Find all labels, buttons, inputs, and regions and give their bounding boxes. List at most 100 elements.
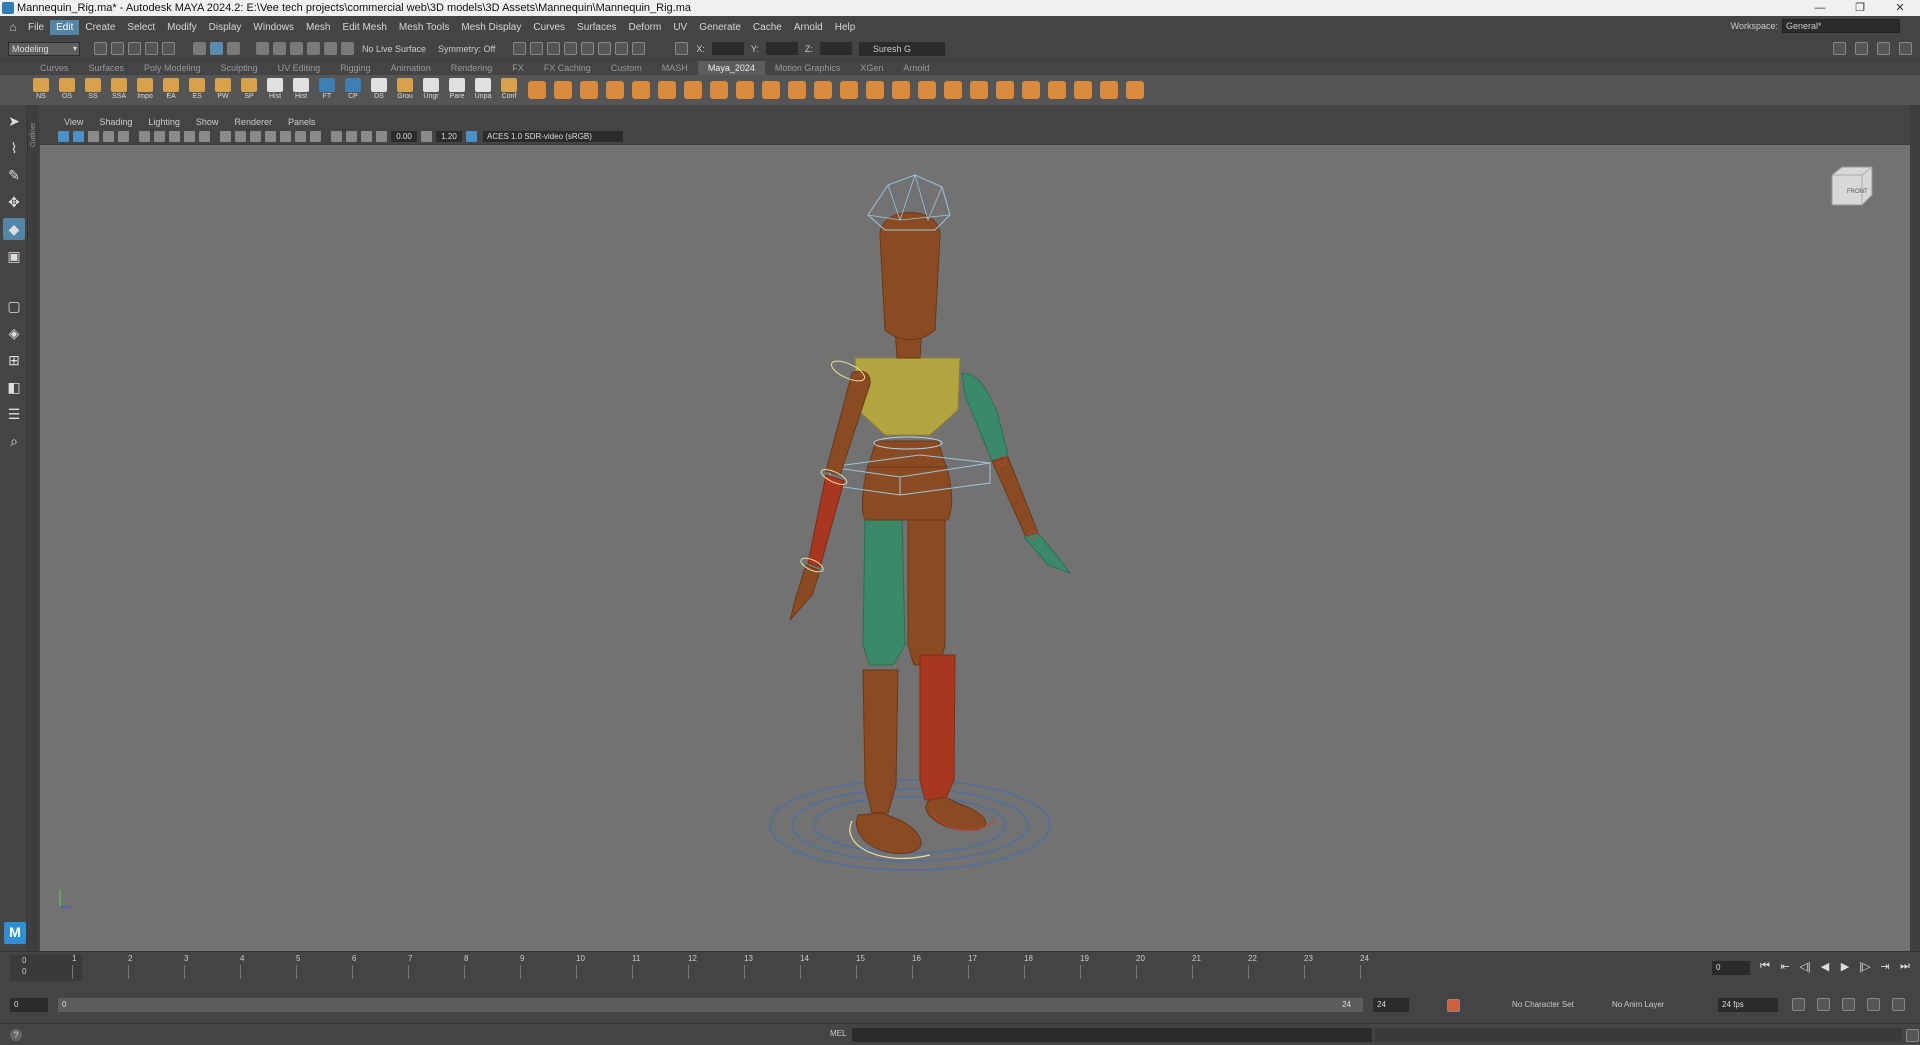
step-forward-key-icon[interactable]: ⇥ — [1878, 960, 1892, 973]
freeze-transform-icon[interactable] — [1022, 81, 1040, 99]
shelf-button-ft[interactable]: FT — [316, 78, 338, 102]
select-hierarchy-icon[interactable] — [193, 42, 206, 55]
shelf-button-os[interactable]: OS — [56, 78, 78, 102]
snap-grid-icon[interactable] — [256, 42, 269, 55]
panel-menu-panels[interactable]: Panels — [280, 117, 324, 127]
frame-tick-9[interactable]: 9 — [520, 954, 524, 979]
right-upper-arm[interactable] — [961, 372, 1009, 462]
shelf-tab-rendering[interactable]: Rendering — [441, 61, 503, 75]
arnold-ipr-icon[interactable] — [615, 42, 629, 55]
shelf-tab-fx-caching[interactable]: FX Caching — [534, 61, 601, 75]
go-to-start-icon[interactable]: ⏮ — [1758, 960, 1772, 973]
shelf-tab-maya-2024[interactable]: Maya_2024 — [697, 61, 765, 75]
paint-select-icon[interactable]: ✎ — [3, 164, 25, 186]
menu-mesh[interactable]: Mesh — [300, 20, 336, 35]
cube-icon[interactable] — [528, 81, 546, 99]
shelf-button-es[interactable]: ES — [186, 78, 208, 102]
multi-cut-icon[interactable] — [814, 81, 832, 99]
shelf-button-ns[interactable]: NS — [30, 78, 52, 102]
menu-set-select[interactable]: Modeling — [8, 41, 80, 56]
film-gate-icon[interactable] — [139, 131, 150, 142]
render-frame-icon[interactable] — [530, 42, 544, 55]
shelf-button-ea[interactable]: EA — [160, 78, 182, 102]
root-control-outer[interactable] — [769, 779, 1051, 871]
time-ticks[interactable]: 1 2 3 4 5 6 7 8 9 10 11 12 13 14 15 16 17 18 19 20 21 22 23 24 — [20, 954, 1700, 982]
ipr-render-icon[interactable] — [547, 42, 561, 55]
wireframe-on-shaded-icon[interactable] — [265, 131, 276, 142]
image-plane-icon[interactable] — [103, 131, 114, 142]
menu-deform[interactable]: Deform — [623, 20, 668, 35]
undo-icon[interactable] — [145, 42, 158, 55]
range-start-field[interactable]: 0 — [10, 998, 48, 1012]
fill-hole-icon[interactable] — [970, 81, 988, 99]
z-field[interactable] — [819, 42, 852, 55]
merge-icon[interactable] — [762, 81, 780, 99]
textured-icon[interactable] — [280, 131, 291, 142]
frame-tick-4[interactable]: 4 — [240, 954, 244, 979]
shelf-button-hist[interactable]: Hist — [264, 78, 286, 102]
move-tool-icon[interactable]: ✥ — [3, 191, 25, 213]
menu-mesh-display[interactable]: Mesh Display — [455, 20, 527, 35]
time-slider[interactable]: 0 0 1 2 3 4 5 6 7 8 9 10 11 12 13 14 15 16 17 18 19 20 21 22 2… — [0, 951, 1920, 984]
arnold-render-icon[interactable] — [598, 42, 612, 55]
character-set-select[interactable]: No Character Set — [1512, 1000, 1574, 1009]
use-all-lights-icon[interactable] — [295, 131, 306, 142]
shelf-button-ds[interactable]: DS — [368, 78, 390, 102]
select-component-icon[interactable] — [227, 42, 240, 55]
perspective-layout-icon[interactable]: ◈ — [3, 322, 25, 344]
camera-attributes-icon[interactable] — [73, 131, 84, 142]
user-account-select[interactable]: Suresh G — [858, 41, 945, 56]
gamma-field[interactable]: 1.20 — [436, 131, 462, 142]
auto-key-icon[interactable] — [1447, 999, 1460, 1012]
play-backwards-icon[interactable]: ◀ — [1818, 960, 1832, 973]
frame-tick-17[interactable]: 17 — [968, 954, 977, 979]
panel-menu-shading[interactable]: Shading — [91, 117, 140, 127]
bevel-icon[interactable] — [710, 81, 728, 99]
shelf-button-ss[interactable]: SS — [82, 78, 104, 102]
menu-curves[interactable]: Curves — [527, 20, 571, 35]
frame-tick-22[interactable]: 22 — [1248, 954, 1257, 979]
boolean-icon[interactable] — [944, 81, 962, 99]
shelf-tab-fx[interactable]: FX — [502, 61, 534, 75]
left-hand[interactable] — [789, 564, 821, 621]
use-default-material-icon[interactable] — [250, 131, 261, 142]
safe-action-icon[interactable] — [199, 131, 210, 142]
menu-cache[interactable]: Cache — [747, 20, 788, 35]
frame-tick-21[interactable]: 21 — [1192, 954, 1201, 979]
open-scene-icon[interactable] — [111, 42, 124, 55]
menu-edit[interactable]: Edit — [50, 19, 80, 35]
search-icon[interactable]: ⌕ — [3, 430, 25, 452]
shelf-button-impo[interactable]: Impo — [134, 78, 156, 102]
outliner-layout-icon[interactable]: ☰ — [3, 403, 25, 425]
panel-menu-show[interactable]: Show — [188, 117, 227, 127]
frame-tick-23[interactable]: 23 — [1304, 954, 1313, 979]
step-back-frame-icon[interactable]: ◁| — [1798, 960, 1812, 973]
frame-tick-8[interactable]: 8 — [464, 954, 468, 979]
exposure-field[interactable]: 0.00 — [391, 131, 417, 142]
scale-tool-icon[interactable]: ▣ — [3, 245, 25, 267]
exposure-icon[interactable] — [376, 131, 387, 142]
go-to-end-icon[interactable]: ⏭ — [1898, 960, 1912, 973]
shelf-button-hist[interactable]: Hist — [290, 78, 312, 102]
loop-icon[interactable] — [1792, 998, 1805, 1011]
gate-mask-icon[interactable] — [169, 131, 180, 142]
mirror-icon[interactable] — [918, 81, 936, 99]
modeling-toolkit-icon[interactable] — [1833, 42, 1846, 55]
y-field[interactable] — [765, 42, 798, 55]
resolution-gate-icon[interactable] — [154, 131, 165, 142]
shelf-button-cp[interactable]: CP — [342, 78, 364, 102]
shelf-button-ungr[interactable]: Ungr — [420, 78, 442, 102]
symmetry-select[interactable]: Symmetry: Off — [438, 44, 495, 54]
right-forearm[interactable] — [991, 456, 1039, 538]
select-object-icon[interactable] — [210, 42, 223, 55]
color-management-icon[interactable] — [466, 131, 477, 142]
left-shin[interactable] — [862, 669, 899, 814]
xray-icon[interactable] — [331, 131, 342, 142]
frame-tick-19[interactable]: 19 — [1080, 954, 1089, 979]
render-view-icon[interactable] — [513, 42, 527, 55]
frame-tick-16[interactable]: 16 — [912, 954, 921, 979]
save-scene-icon[interactable] — [128, 42, 141, 55]
field-chart-icon[interactable] — [184, 131, 195, 142]
xray-joints-icon[interactable] — [346, 131, 357, 142]
frame-tick-13[interactable]: 13 — [744, 954, 753, 979]
